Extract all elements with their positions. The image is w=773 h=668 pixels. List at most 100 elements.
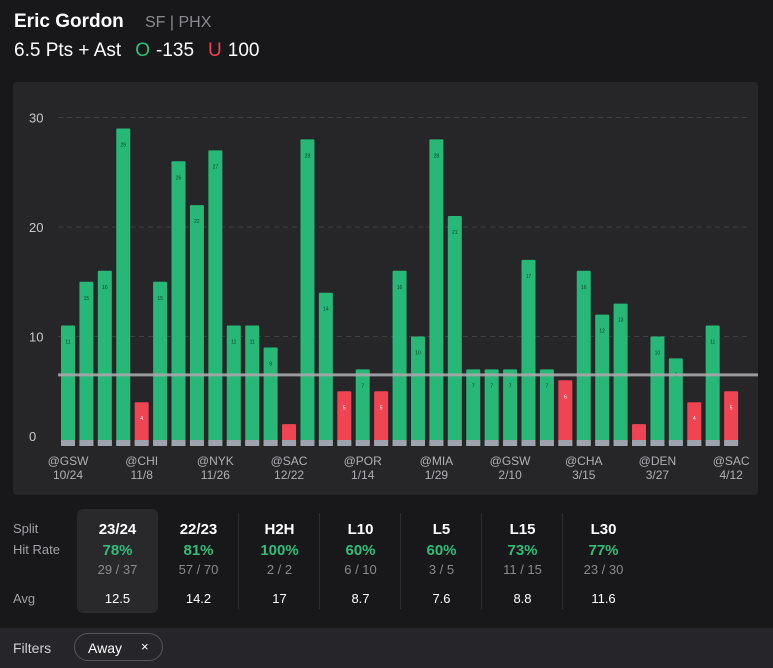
x-label-opponent: @SAC xyxy=(713,454,750,468)
x-label-date: 3/15 xyxy=(572,468,596,482)
prop-line: 6.5 Pts + Ast O -135 U 100 xyxy=(14,40,259,62)
bar-base xyxy=(447,440,462,446)
bar-value-label: 17 xyxy=(526,274,532,280)
split-column-23-24[interactable]: 23/24 78% 29 / 37 12.5 xyxy=(77,509,158,613)
split-rate: 77% xyxy=(588,542,619,559)
prop-label: 6.5 Pts + Ast xyxy=(14,40,122,61)
bar-value-label: 7 xyxy=(490,383,493,389)
split-label: Split xyxy=(13,521,39,536)
x-label-opponent: @CHI xyxy=(125,454,158,468)
split-split: H2H xyxy=(264,521,295,538)
x-label-opponent: @GSW xyxy=(490,454,532,468)
bar-value-label: 4 xyxy=(140,416,143,422)
close-icon[interactable]: × xyxy=(141,639,149,654)
column-divider xyxy=(319,513,320,609)
bar-value-label: 9 xyxy=(269,361,272,367)
y-tick-label: 20 xyxy=(29,220,43,235)
bar-value-label: 13 xyxy=(618,318,624,324)
filter-chip-label: Away xyxy=(88,640,122,656)
split-split: L5 xyxy=(432,521,451,538)
bar-value-label: 26 xyxy=(176,175,182,181)
bar xyxy=(79,281,94,446)
bar-base xyxy=(61,440,75,446)
bar-value-label: 21 xyxy=(452,230,458,236)
split-column-l5[interactable]: L5 60% 3 / 5 7.6 xyxy=(401,509,482,613)
x-label-opponent: @NYK xyxy=(197,454,234,468)
split-frac: 57 / 70 xyxy=(178,562,219,577)
bar-base xyxy=(79,440,94,446)
bar-base xyxy=(318,440,333,446)
over-odds[interactable]: -135 xyxy=(156,40,194,62)
under-odds[interactable]: 100 xyxy=(228,40,260,62)
bar xyxy=(337,391,352,446)
bar xyxy=(466,369,481,446)
bar-base xyxy=(410,440,425,446)
bar-value-label: 7 xyxy=(472,383,475,389)
x-label-opponent: @MIA xyxy=(420,454,454,468)
bar-base xyxy=(576,440,591,446)
x-label-opponent: @DEN xyxy=(639,454,677,468)
bar-base xyxy=(705,440,720,446)
split-split: L30 xyxy=(590,521,617,538)
split-frac: 23 / 30 xyxy=(583,562,624,577)
bar xyxy=(153,281,168,446)
bar-value-label: 28 xyxy=(434,153,440,159)
bar-base xyxy=(668,440,683,446)
split-column-l10[interactable]: L10 60% 6 / 10 8.7 xyxy=(320,509,401,613)
bar xyxy=(374,391,389,446)
bar xyxy=(447,216,462,446)
bar-base xyxy=(189,440,204,446)
bar-base xyxy=(226,440,241,446)
bar xyxy=(429,139,444,446)
bar xyxy=(116,128,131,446)
bar xyxy=(318,292,333,446)
bar-value-label: 16 xyxy=(397,285,403,291)
bar-value-label: 22 xyxy=(194,219,200,225)
y-tick-label: 0 xyxy=(29,429,36,444)
bar-base xyxy=(558,440,573,446)
bar-value-label: 14 xyxy=(323,307,329,313)
split-frac: 3 / 5 xyxy=(428,562,455,577)
split-stats: Split Hit Rate Avg 23/24 78% 29 / 37 12.5 22… xyxy=(0,509,773,613)
x-label-opponent: @CHA xyxy=(565,454,603,468)
split-rate: 81% xyxy=(183,542,214,559)
hit-rate-label: Hit Rate xyxy=(13,542,60,557)
bar-base xyxy=(595,440,610,446)
avg-label: Avg xyxy=(13,591,36,606)
bar-value-label: 5 xyxy=(730,405,733,411)
split-column-l15[interactable]: L15 73% 11 / 15 8.8 xyxy=(482,509,563,613)
x-label-date: 11/8 xyxy=(130,468,153,482)
bar-value-label: 6 xyxy=(564,394,567,400)
column-divider xyxy=(400,513,401,609)
x-label-date: 1/29 xyxy=(425,468,449,482)
split-frac: 2 / 2 xyxy=(266,562,293,577)
bar-base xyxy=(429,440,444,446)
bar xyxy=(392,270,407,446)
split-avg: 8.8 xyxy=(513,591,532,606)
split-column-h2h[interactable]: H2H 100% 2 / 2 17 xyxy=(239,509,320,613)
bar-base xyxy=(97,440,112,446)
split-frac: 29 / 37 xyxy=(97,562,138,577)
split-rate: 100% xyxy=(260,542,299,559)
bar-value-label: 16 xyxy=(102,285,108,291)
bar-value-label: 11 xyxy=(65,340,70,346)
filter-chip-away[interactable]: Away × xyxy=(74,633,163,661)
split-frac: 11 / 15 xyxy=(503,562,542,577)
bar-base xyxy=(355,440,370,446)
bar-base xyxy=(466,440,481,446)
split-rate: 60% xyxy=(345,542,376,559)
bar xyxy=(521,259,536,446)
bar-value-label: 4 xyxy=(693,416,696,422)
bar xyxy=(300,139,315,446)
bar-value-label: 11 xyxy=(231,340,236,346)
split-column-l30[interactable]: L30 77% 23 / 30 11.6 xyxy=(563,509,644,613)
bar-base xyxy=(687,440,702,446)
split-column-22-23[interactable]: 22/23 81% 57 / 70 14.2 xyxy=(158,509,239,613)
column-divider xyxy=(562,513,563,609)
bar-value-label: 7 xyxy=(509,383,512,389)
bar xyxy=(97,270,112,446)
bar-base xyxy=(724,440,739,446)
bar-base xyxy=(208,440,223,446)
bar-value-label: 7 xyxy=(546,383,549,389)
x-label-date: 2/10 xyxy=(498,468,522,482)
